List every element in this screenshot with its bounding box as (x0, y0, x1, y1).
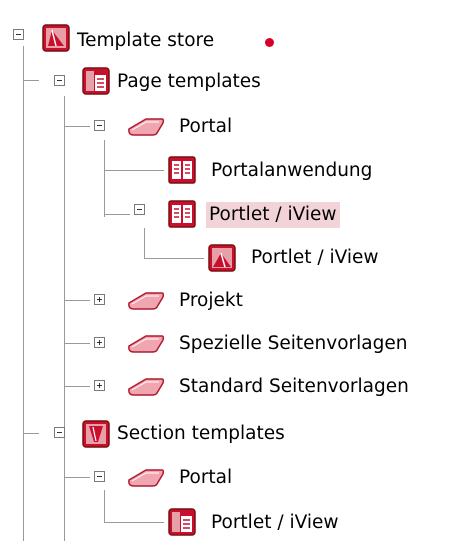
expander-standard[interactable] (94, 380, 105, 391)
tree-item-portalanwendung[interactable]: Portalanwendung (208, 158, 375, 184)
tree-item-section-portlet[interactable]: Portlet / iView (208, 510, 342, 536)
category-tag-icon[interactable] (126, 113, 166, 141)
page-template-icon[interactable] (168, 508, 196, 536)
page-template-icon[interactable] (168, 156, 196, 184)
expander-template-store[interactable] (13, 29, 24, 40)
tree-item-page-templates[interactable]: Page templates (114, 69, 264, 95)
tree-item-page-portal[interactable]: Portal (176, 114, 235, 140)
tree-item-standard[interactable]: Standard Seitenvorlagen (176, 374, 412, 400)
expander-page-templates[interactable] (54, 75, 65, 86)
template-tree: Template store Page templates Portal Por… (0, 0, 461, 541)
tree-item-portlet-page[interactable]: Portlet / iView (206, 202, 340, 228)
expander-portlet-page[interactable] (134, 204, 145, 215)
tree-item-portlet-section-child[interactable]: Portlet / iView (248, 245, 382, 271)
category-tag-icon[interactable] (126, 373, 166, 401)
expander-spezielle[interactable] (94, 337, 105, 348)
expander-page-portal[interactable] (94, 120, 105, 131)
tree-item-section-portal[interactable]: Portal (176, 465, 235, 491)
section-template-icon[interactable] (208, 244, 236, 272)
expander-projekt[interactable] (94, 294, 105, 305)
category-tag-icon[interactable] (126, 287, 166, 315)
status-dot (265, 38, 274, 47)
tree-item-template-store[interactable]: Template store (74, 28, 217, 54)
tree-item-projekt[interactable]: Projekt (176, 288, 246, 314)
section-template-folder-icon[interactable] (82, 420, 110, 448)
expander-section-templates[interactable] (54, 427, 65, 438)
page-template-icon[interactable] (168, 200, 196, 228)
template-store-icon[interactable] (42, 24, 70, 52)
tree-item-spezielle[interactable]: Spezielle Seitenvorlagen (176, 331, 410, 357)
expander-section-portal[interactable] (94, 471, 105, 482)
tree-item-section-templates[interactable]: Section templates (114, 421, 288, 447)
page-template-folder-icon[interactable] (82, 67, 110, 95)
category-tag-icon[interactable] (126, 464, 166, 492)
category-tag-icon[interactable] (126, 330, 166, 358)
